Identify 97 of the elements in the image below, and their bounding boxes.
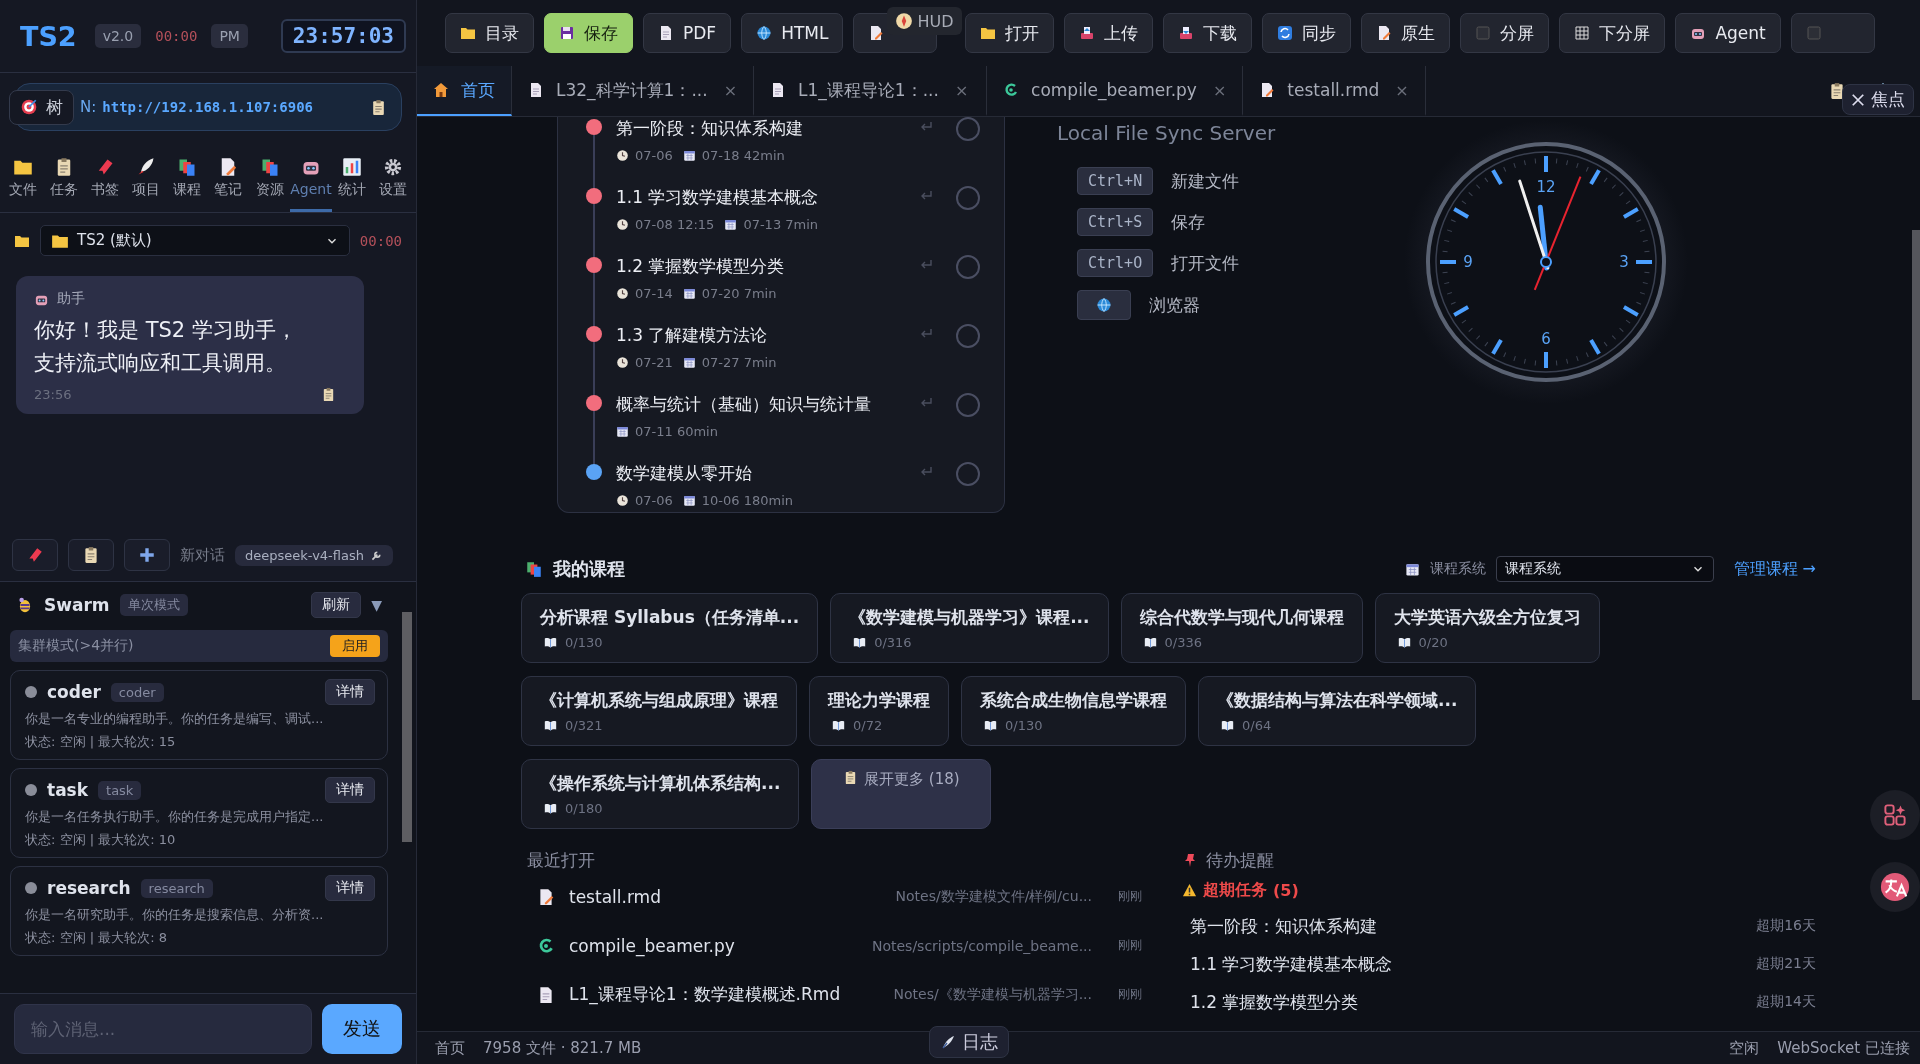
clock-numeral: 6	[1541, 330, 1551, 348]
file-path: Notes/scripts/compile_beame...	[871, 937, 1092, 954]
task-title: 概率与统计（基础）知识与统计量	[616, 393, 872, 416]
agent-status: 状态: 空闲 | 最大轮次: 15	[25, 733, 177, 751]
course-title: 大学英语六级全方位复习	[1393, 606, 1581, 629]
task-date: 07-08 12:15	[635, 217, 715, 232]
cluster-mode-label: 集群模式(>4并行)	[18, 637, 135, 655]
todo-title: 1.2 掌握数学模型分类	[1190, 990, 1359, 1014]
section-title: 待办提醒	[1206, 849, 1274, 872]
agent-tag: research	[140, 878, 213, 898]
agent-name: research	[47, 878, 131, 898]
lesson-count: 0/321	[565, 718, 603, 733]
todo-due: 超期16天	[1756, 917, 1816, 935]
task-title: 1.3 了解建模方法论	[616, 324, 769, 347]
file-path: Notes/《数学建模与机器学习...	[893, 985, 1092, 1004]
task-title: 数学建模从零开始	[616, 462, 753, 485]
course-title: 理论力学课程	[828, 689, 930, 712]
course-title: 分析课程 Syllabus（任务清单...	[540, 606, 800, 629]
file-path: Notes/数学建模文件/样例/cu...	[895, 887, 1092, 906]
message-text: 你好！我是 TS2 学习助手，支持流式响应和工具调用。	[34, 317, 298, 377]
shortcut-key: Ctrl+S	[1077, 208, 1154, 236]
lesson-count: 0/72	[853, 718, 883, 733]
course-title: 《计算机系统与组成原理》课程	[540, 689, 778, 712]
file-time: 刚刚	[1118, 986, 1142, 1003]
task-date: 07-11 60min	[635, 424, 718, 439]
course-title: 综合代数学与现代几何课程	[1139, 606, 1344, 629]
agent-status: 状态: 空闲 | 最大轮次: 8	[25, 929, 168, 947]
file-time: 刚刚	[1118, 937, 1142, 954]
todo-due: 超期21天	[1756, 955, 1816, 973]
lesson-count: 0/20	[1418, 635, 1448, 650]
app-logo: TS2	[20, 20, 77, 52]
lesson-count: 0/130	[565, 635, 603, 650]
file-name: testall.rmd	[569, 886, 661, 907]
shortcut-label: 保存	[1171, 210, 1206, 234]
overdue-count: (5)	[1273, 881, 1299, 900]
todo-title: 第一阶段：知识体系构建	[1190, 914, 1377, 938]
task-title: 1.2 掌握数学模型分类	[616, 255, 786, 278]
status-page: 首页	[435, 1038, 465, 1058]
lesson-count: 0/130	[1005, 718, 1043, 733]
course-title: 《数学建模与机器学习》课程...	[849, 606, 1090, 629]
task-title: 第一阶段：知识体系构建	[616, 117, 804, 140]
agent-tag: task	[98, 780, 142, 800]
agent-description: 你是一名任务执行助手。你的任务是完成用户指定...	[25, 808, 325, 826]
section-title: 我的课程	[553, 557, 625, 581]
task-date: 07-06	[635, 148, 673, 163]
task-date: 07-21	[635, 355, 673, 370]
lesson-count: 0/316	[874, 635, 912, 650]
status-files: 7958 文件 · 821.7 MB	[483, 1038, 642, 1058]
task-date: 07-18 42min	[701, 148, 785, 163]
course-title: 系统合成生物信息学课程	[980, 689, 1167, 712]
overdue-label: 超期任务	[1203, 880, 1267, 901]
file-time: 刚刚	[1118, 888, 1142, 905]
agent-name: coder	[47, 682, 101, 702]
course-system-label: 课程系统	[1429, 560, 1486, 578]
digital-clock: 23:57:03	[280, 19, 406, 53]
section-title: 最近打开	[527, 849, 596, 872]
task-date: 07-27 7min	[701, 355, 777, 370]
server-title: Local File Sync Server	[1057, 121, 1277, 145]
todo-due: 超期14天	[1756, 993, 1816, 1011]
agent-description: 你是一名专业的编程助手。你的任务是编写、调试...	[25, 710, 325, 728]
version-badge: v2.0	[94, 24, 142, 48]
shortcut-label: 浏览器	[1149, 293, 1200, 317]
server-label: N:	[80, 98, 97, 116]
task-date: 07-13 7min	[743, 217, 819, 232]
task-date: 07-20 7min	[701, 286, 777, 301]
shortcut-key: Ctrl+O	[1077, 249, 1154, 277]
period-badge: PM	[211, 24, 248, 48]
status-state: 空闲	[1729, 1038, 1760, 1058]
agent-name: task	[47, 780, 89, 800]
message-time: 23:56	[34, 387, 72, 403]
shortcut-label: 新建文件	[1171, 169, 1240, 193]
agent-status: 状态: 空闲 | 最大轮次: 10	[25, 831, 177, 849]
task-title: 1.1 学习数学建模基本概念	[616, 186, 820, 209]
lesson-count: 0/336	[1164, 635, 1202, 650]
shortcut-label: 打开文件	[1171, 251, 1240, 275]
task-date: 07-14	[635, 286, 673, 301]
course-title: 《操作系统与计算机体系结构...	[540, 772, 781, 795]
clock-numeral: 9	[1463, 253, 1473, 271]
clock-numeral: 3	[1619, 253, 1629, 271]
lesson-count: 0/64	[1242, 718, 1272, 733]
agent-description: 你是一名研究助手。你的任务是搜索信息、分析资...	[25, 906, 325, 924]
agent-tag: coder	[110, 682, 164, 702]
file-name: compile_beamer.py	[569, 935, 735, 956]
course-title: 《数据结构与算法在科学领域...	[1217, 689, 1458, 712]
connection-status: WebSocket 已连接	[1777, 1038, 1910, 1058]
sender-name: 助手	[57, 290, 85, 308]
clock-numeral: 12	[1536, 178, 1556, 196]
mode-tag: 单次模式	[119, 594, 188, 616]
timer: 00:00	[155, 28, 198, 44]
workspace-timer: 00:00	[359, 232, 402, 249]
todo-title: 1.1 学习数学建模基本概念	[1190, 952, 1393, 976]
task-date: 10-06 180min	[701, 493, 794, 508]
file-name: L1_课程导论1：数学建模概述.Rmd	[569, 983, 841, 1006]
swarm-title: Swarm	[44, 595, 110, 615]
shortcut-key: Ctrl+N	[1077, 167, 1154, 195]
lesson-count: 0/180	[565, 801, 603, 816]
task-date: 07-06	[635, 493, 673, 508]
